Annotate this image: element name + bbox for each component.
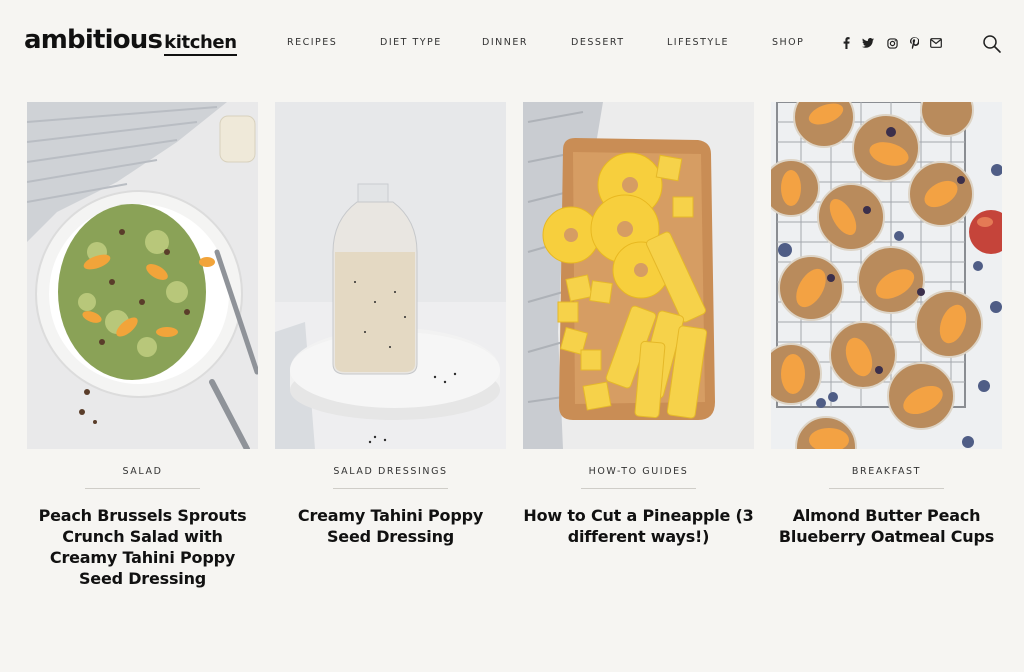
- post-category[interactable]: SALAD: [27, 466, 258, 477]
- nav-item-dinner[interactable]: DINNER: [482, 37, 528, 48]
- post-title[interactable]: Peach Brussels Sprouts Crunch Salad with…: [27, 505, 258, 589]
- post-image-pineapple[interactable]: [523, 102, 754, 449]
- instagram-icon[interactable]: [886, 36, 898, 50]
- post-category[interactable]: SALAD DRESSINGS: [275, 466, 506, 477]
- post-image-dressing[interactable]: [275, 102, 506, 449]
- post-category[interactable]: HOW-TO GUIDES: [523, 466, 754, 477]
- twitter-icon[interactable]: [862, 36, 874, 50]
- post-card-oatmeal-cups[interactable]: BREAKFAST Almond Butter Peach Blueberry …: [771, 102, 1002, 546]
- social-links: [840, 36, 950, 52]
- post-title[interactable]: How to Cut a Pineapple (3 different ways…: [523, 505, 754, 547]
- nav-item-lifestyle[interactable]: LIFESTYLE: [667, 37, 729, 48]
- post-card-dressing[interactable]: SALAD DRESSINGS Creamy Tahini Poppy Seed…: [275, 102, 506, 546]
- divider: [581, 488, 696, 489]
- post-image-salad[interactable]: [27, 102, 258, 449]
- post-title[interactable]: Creamy Tahini Poppy Seed Dressing: [275, 505, 506, 547]
- divider: [829, 488, 944, 489]
- facebook-icon[interactable]: [840, 36, 852, 50]
- post-title[interactable]: Almond Butter Peach Blueberry Oatmeal Cu…: [771, 505, 1002, 547]
- nav-item-shop[interactable]: SHOP: [772, 37, 804, 48]
- nav-item-dessert[interactable]: DESSERT: [571, 37, 625, 48]
- search-icon[interactable]: [982, 34, 1002, 54]
- post-image-oatmeal-cups[interactable]: [771, 102, 1002, 449]
- post-card-pineapple[interactable]: HOW-TO GUIDES How to Cut a Pineapple (3 …: [523, 102, 754, 546]
- divider: [333, 488, 448, 489]
- site-header: ambitious kitchen RECIPES DIET TYPE DINNE…: [0, 0, 1024, 90]
- email-icon[interactable]: [930, 36, 942, 50]
- divider: [85, 488, 200, 489]
- post-category[interactable]: BREAKFAST: [771, 466, 1002, 477]
- post-card-salad[interactable]: SALAD Peach Brussels Sprouts Crunch Sala…: [27, 102, 258, 588]
- pinterest-icon[interactable]: [908, 36, 920, 50]
- nav-item-diet-type[interactable]: DIET TYPE: [380, 37, 442, 48]
- nav-item-recipes[interactable]: RECIPES: [287, 37, 337, 48]
